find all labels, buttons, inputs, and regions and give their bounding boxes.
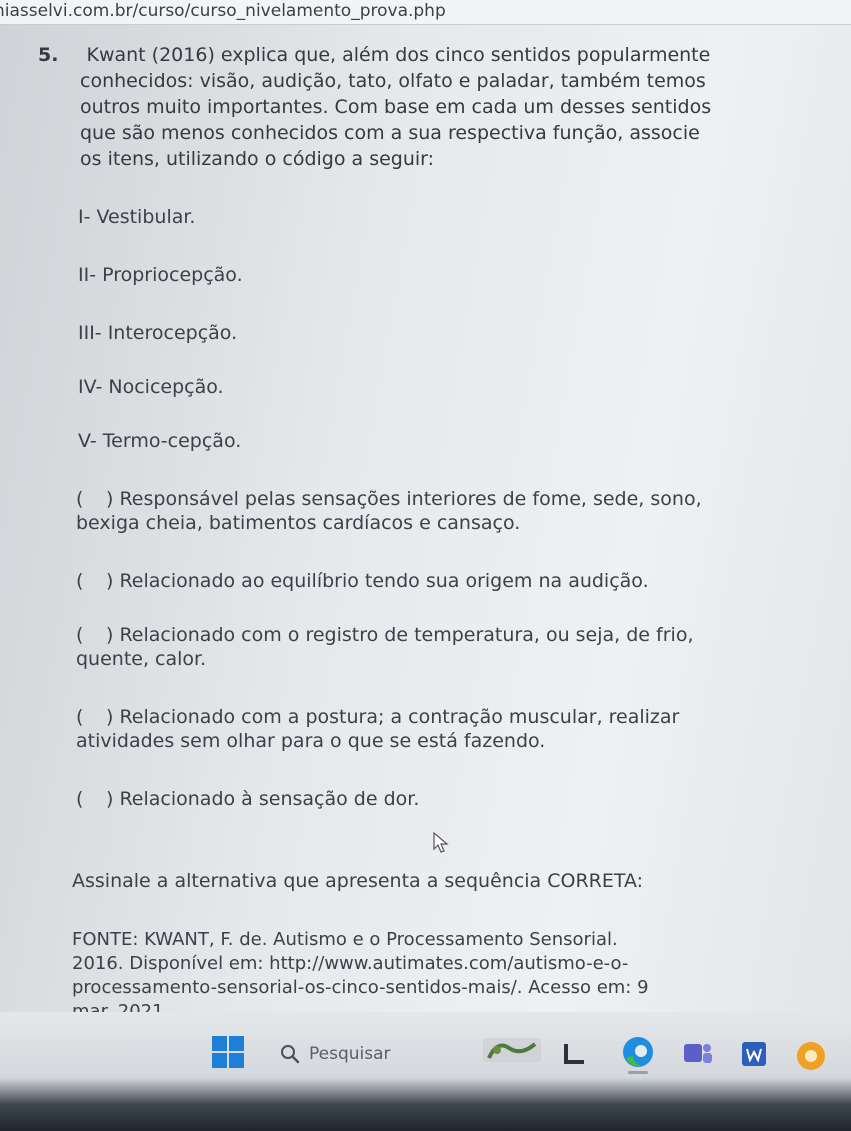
url-text: niasselvi.com.br/curso/curso_nivelamento…	[0, 1, 446, 21]
answer-blank[interactable]: (	[76, 706, 106, 729]
source-line-3: processamento-sensorial-os-cinco-sentido…	[72, 977, 649, 998]
code-item: I- Vestibular.	[78, 206, 196, 228]
statement-4: () Relacionado com a postura; a contraçã…	[76, 706, 680, 729]
source-line-1: FONTE: KWANT, F. de. Autismo e o Process…	[72, 929, 618, 950]
answer-blank[interactable]: (	[76, 570, 106, 593]
question-line-4: que são menos conhecidos com a sua respe…	[80, 122, 700, 144]
answer-blank[interactable]: (	[76, 488, 106, 511]
code-item: IV- Nocicepção.	[78, 376, 224, 398]
statement-5: () Relacionado à sensação de dor.	[76, 788, 420, 811]
statement-1: () Responsável pelas sensações interiore…	[76, 488, 702, 511]
statement-2: () Relacionado ao equilíbrio tendo sua o…	[76, 570, 649, 593]
question-line-3: outros muito importantes. Com base em ca…	[80, 96, 712, 118]
instruction-text: Assinale a alternativa que apresenta a s…	[72, 870, 644, 892]
file-explorer-icon[interactable]	[562, 1040, 588, 1066]
address-bar[interactable]: niasselvi.com.br/curso/curso_nivelamento…	[0, 0, 851, 25]
statement-3: () Relacionado com o registro de tempera…	[76, 624, 694, 647]
app-icon[interactable]	[795, 1040, 827, 1072]
widget-icon[interactable]	[483, 1036, 541, 1066]
teams-icon[interactable]	[682, 1040, 714, 1068]
windows-start-icon[interactable]	[212, 1036, 244, 1068]
word-icon[interactable]	[740, 1040, 768, 1068]
question-line-5: os itens, utilizando o código a seguir:	[80, 148, 435, 170]
taskbar	[0, 1012, 851, 1131]
search-icon[interactable]	[280, 1044, 300, 1064]
code-item: III- Interocepção.	[78, 322, 238, 344]
question-number: 5.	[38, 44, 59, 66]
question-content: 5. Kwant (2016) explica que, além dos ci…	[0, 24, 851, 1014]
answer-blank[interactable]: (	[76, 788, 106, 811]
edge-icon[interactable]	[620, 1034, 656, 1074]
answer-blank[interactable]: (	[76, 624, 106, 647]
statement-1-cont: bexiga cheia, batimentos cardíacos e can…	[76, 512, 521, 534]
code-item: V- Termo-cepção.	[78, 430, 242, 452]
code-item: II- Propriocepção.	[78, 264, 243, 286]
mouse-cursor-icon	[433, 832, 449, 853]
source-line-2: 2016. Disponível em: http://www.autimate…	[72, 953, 629, 974]
statement-3-cont: quente, calor.	[76, 648, 207, 670]
question-line-2: conhecidos: visão, audição, tato, olfato…	[80, 70, 706, 92]
screen: niasselvi.com.br/curso/curso_nivelamento…	[0, 0, 851, 1131]
statement-4-cont: atividades sem olhar para o que se está …	[76, 730, 546, 752]
question-line-1: 5. Kwant (2016) explica que, além dos ci…	[38, 44, 711, 66]
taskbar-search-box[interactable]: Pesquisar	[309, 1044, 391, 1064]
